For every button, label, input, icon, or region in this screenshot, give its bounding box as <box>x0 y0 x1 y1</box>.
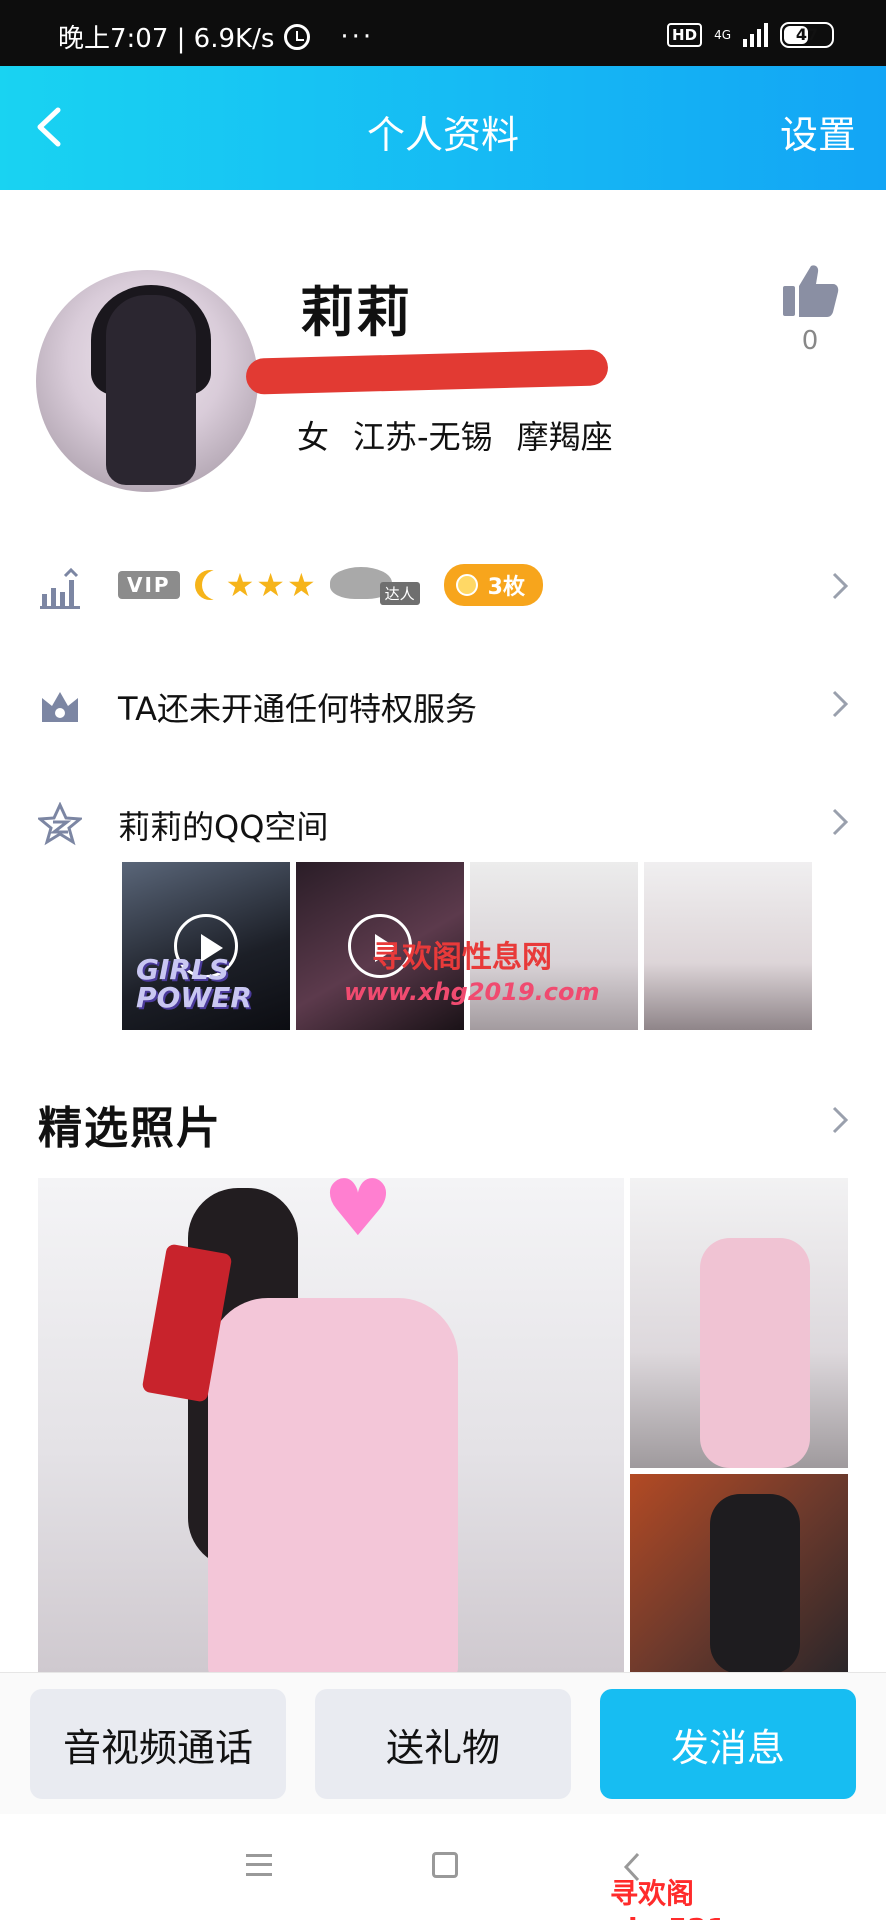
featured-photo-small[interactable] <box>630 1474 848 1672</box>
status-left: 晚上7:07 | 6.9K/s ··· <box>58 18 374 55</box>
star-icon: ★ <box>286 566 316 604</box>
featured-photo-small[interactable] <box>630 1178 848 1468</box>
status-bar: 晚上7:07 | 6.9K/s ··· HD 4G 47 <box>0 0 886 66</box>
qzone-thumb-video[interactable]: GIRLS POWER <box>122 862 290 1030</box>
av-call-button[interactable]: 音视频通话 <box>30 1689 286 1799</box>
crown-icon <box>42 692 78 722</box>
status-right: HD 4G 47 <box>667 22 834 48</box>
level-chart-icon <box>40 567 80 609</box>
like-count: 0 <box>801 326 819 356</box>
action-bar: 音视频通话 送礼物 发消息 <box>0 1672 886 1814</box>
heart-sticker-icon: ♥ <box>323 1178 393 1254</box>
thumbs-up-icon <box>783 265 839 317</box>
alarm-icon <box>284 23 311 50</box>
coins-badge: 3枚 <box>443 564 543 606</box>
app-header: 个人资料 设置 <box>0 66 886 190</box>
send-gift-button[interactable]: 送礼物 <box>315 1689 571 1799</box>
profile-meta: 女 江苏-无锡 摩羯座 <box>297 412 613 458</box>
qzone-star-icon <box>38 802 82 846</box>
network-type: 4G <box>714 28 731 42</box>
privilege-text: TA还未开通任何特权服务 <box>118 690 477 728</box>
battery-icon: 47 <box>780 22 834 48</box>
battery-level: 47 <box>795 25 819 44</box>
daren-label: 达人 <box>379 582 420 605</box>
avatar[interactable] <box>36 270 258 492</box>
chevron-right-icon[interactable] <box>828 1102 852 1138</box>
profile-location: 江苏-无锡 <box>353 418 493 456</box>
daren-badge: 达人 <box>329 565 420 605</box>
featured-photos-title: 精选照片 <box>38 1103 222 1154</box>
recents-icon[interactable] <box>246 1854 272 1876</box>
hd-icon: HD <box>667 23 703 47</box>
level-row[interactable]: VIP ★ ★ ★ 达人 3枚 <box>0 552 886 622</box>
qzone-row[interactable]: 莉莉的QQ空间 <box>0 788 886 858</box>
watermark-url: www.xhg2019.com <box>344 978 600 1006</box>
profile-zodiac: 摩羯座 <box>516 418 613 456</box>
star-icon: ★ <box>256 566 285 604</box>
send-message-button[interactable]: 发消息 <box>600 1689 856 1799</box>
chevron-right-icon <box>832 690 849 718</box>
status-time: 晚上7:07 | 6.9K/s <box>58 24 275 54</box>
coin-icon <box>455 574 478 596</box>
qzone-text: 莉莉的QQ空间 <box>118 808 329 846</box>
level-icons: ★ ★ ★ <box>194 569 316 601</box>
profile-name: 莉莉 <box>300 281 412 344</box>
redaction-mark <box>245 349 609 395</box>
qzone-thumb-photo[interactable] <box>644 862 812 1030</box>
featured-photo-main[interactable]: ♥ <box>38 1178 624 1672</box>
level-badges: VIP ★ ★ ★ 达人 3枚 <box>118 564 543 606</box>
privilege-row[interactable]: TA还未开通任何特权服务 <box>0 670 886 740</box>
settings-button[interactable]: 设置 <box>780 104 856 159</box>
chevron-right-icon <box>832 808 849 836</box>
profile-gender: 女 <box>297 418 330 456</box>
signal-icon <box>743 23 768 47</box>
like-button[interactable]: 0 <box>770 262 850 356</box>
page-title: 个人资料 <box>366 113 519 157</box>
watermark-title: 寻欢阁性息网 <box>372 940 552 975</box>
watermark-bottom: 寻欢阁xhg521.com <box>610 1877 802 1920</box>
home-icon[interactable] <box>432 1852 458 1878</box>
coins-count: 3枚 <box>487 575 525 600</box>
vip-badge: VIP <box>118 571 180 599</box>
status-more: ··· <box>340 21 375 52</box>
chevron-right-icon <box>832 572 849 600</box>
moon-icon <box>202 570 232 600</box>
thumb-caption: GIRLS POWER <box>136 953 252 1014</box>
